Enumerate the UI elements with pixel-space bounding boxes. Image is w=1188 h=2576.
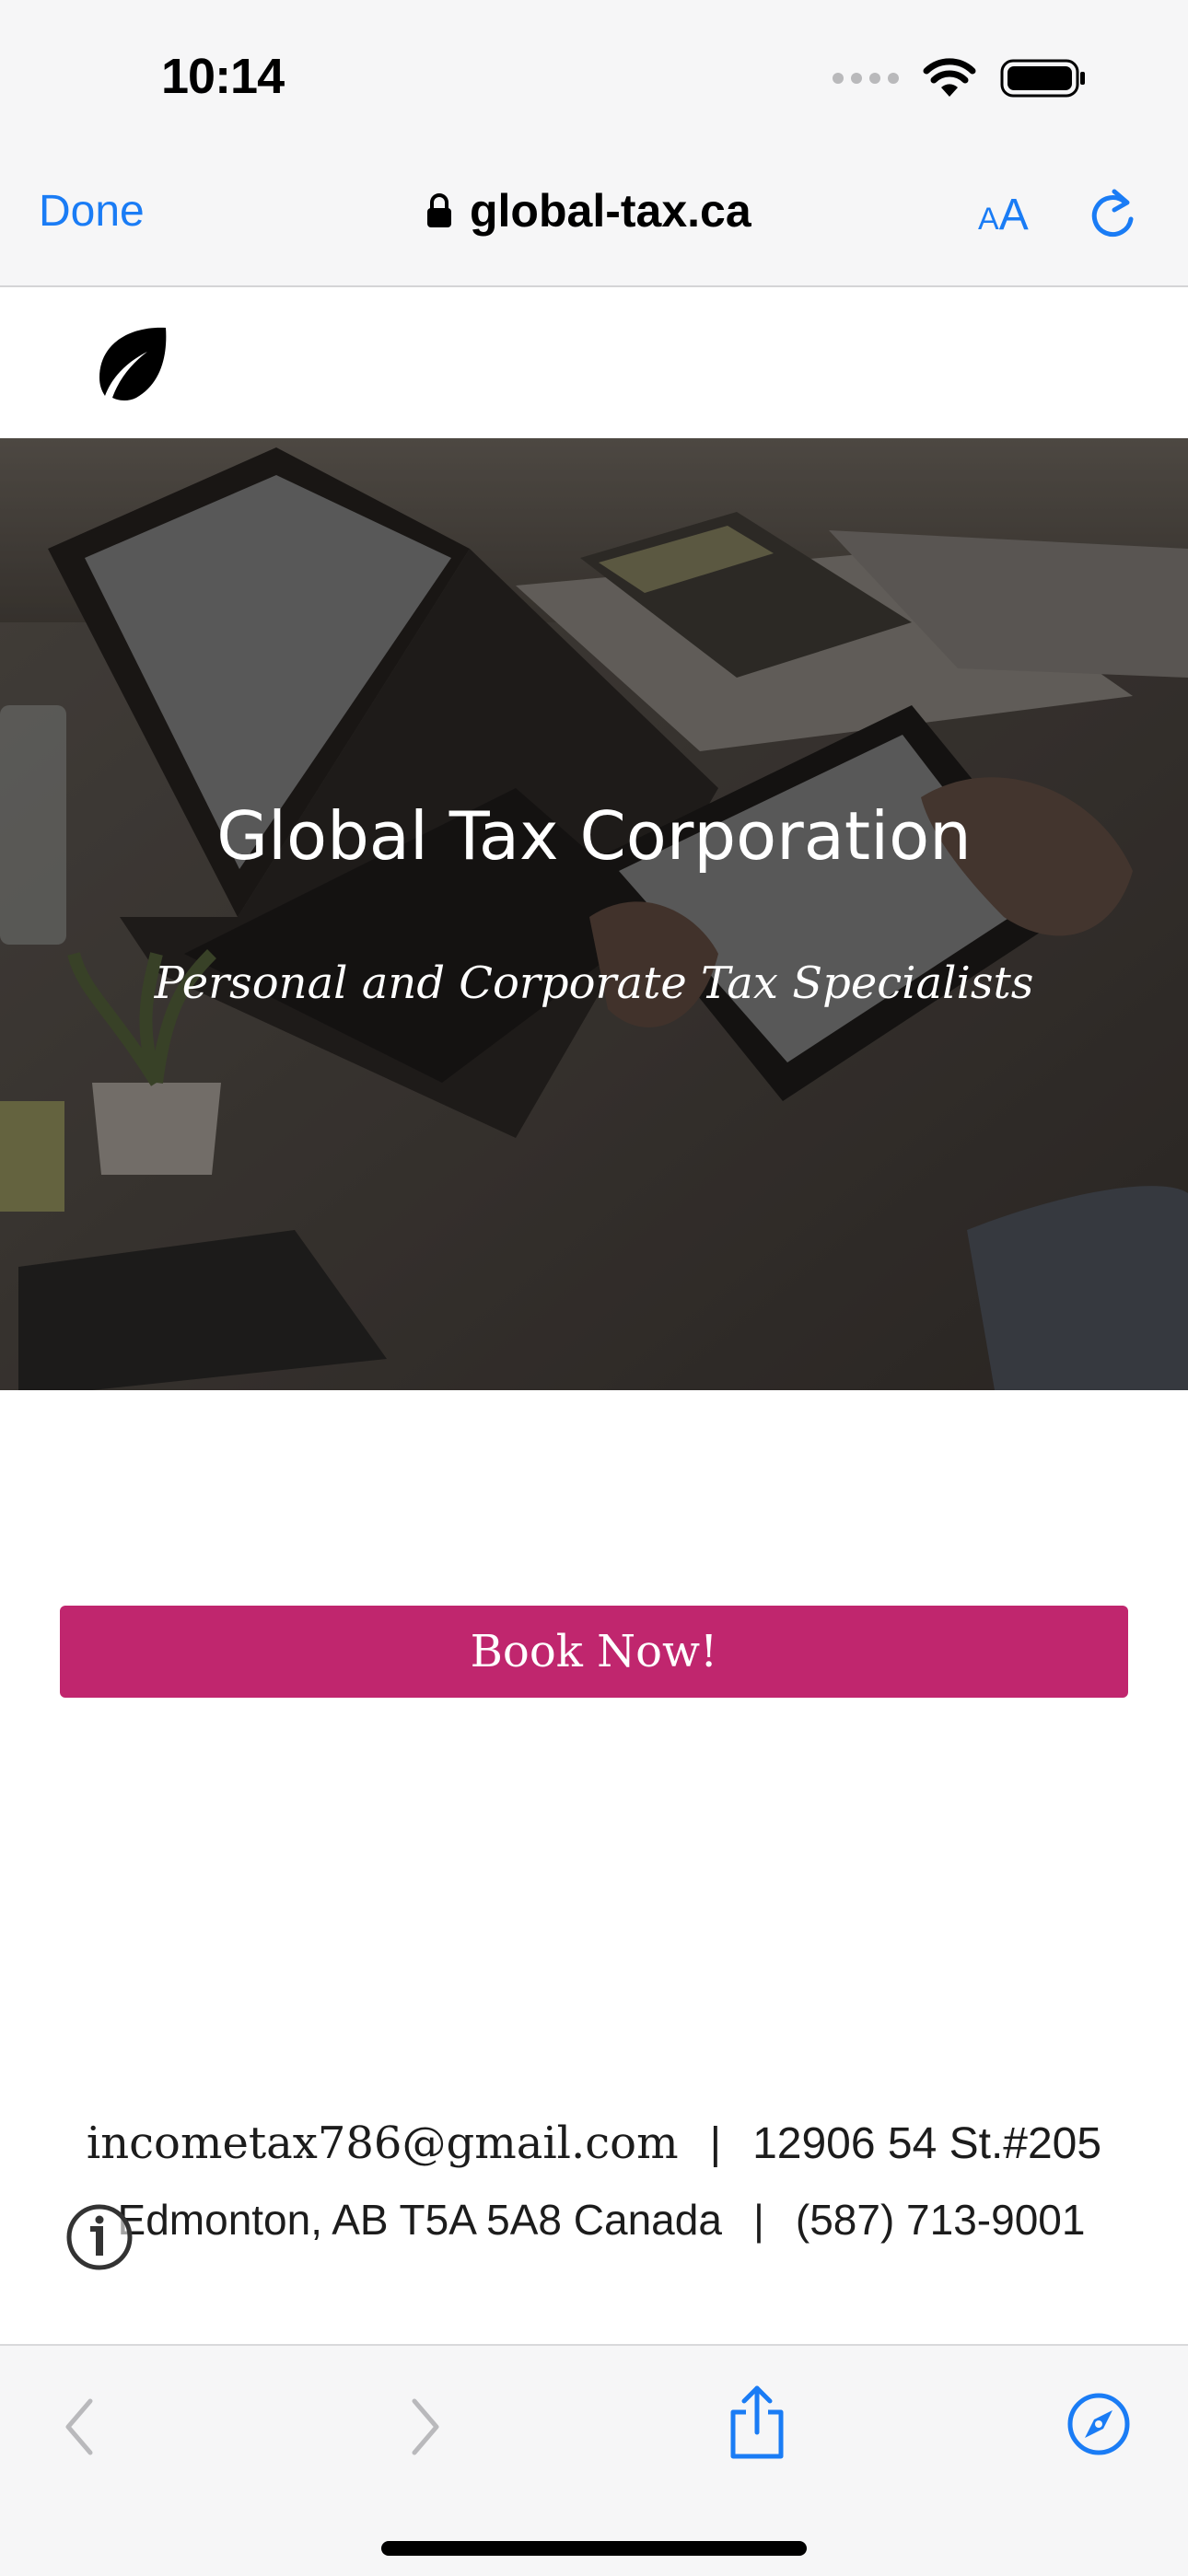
done-button[interactable]: Done xyxy=(39,186,145,237)
share-icon[interactable] xyxy=(728,2385,786,2462)
contact-line-1: incometax786@gmail.com | 12906 54 St.#205 xyxy=(0,2118,1188,2169)
site-header xyxy=(0,287,1188,438)
book-now-button[interactable]: Book Now! xyxy=(60,1606,1128,1698)
hero-title: Global Tax Corporation xyxy=(216,797,972,875)
status-time: 10:14 xyxy=(161,49,285,104)
reload-icon[interactable] xyxy=(1089,188,1138,241)
contact-phone[interactable]: (587) 713-9001 xyxy=(796,2196,1086,2244)
hero-subtitle: Personal and Corporate Tax Specialists xyxy=(154,957,1034,1009)
contact-email[interactable]: incometax786@gmail.com xyxy=(87,2118,679,2169)
battery-icon xyxy=(1000,59,1085,98)
leaf-logo-icon[interactable] xyxy=(92,324,171,403)
address-bar[interactable]: global-tax.ca xyxy=(425,184,751,238)
text-size-small-glyph: A xyxy=(978,202,999,237)
wifi-icon xyxy=(923,58,976,97)
forward-icon[interactable] xyxy=(407,2396,444,2458)
contact-street: 12906 54 St.#205 xyxy=(752,2119,1102,2168)
separator: | xyxy=(752,2196,764,2244)
text-size-big-glyph: A xyxy=(998,191,1029,239)
info-icon[interactable] xyxy=(64,2202,134,2272)
hero-background-image xyxy=(0,438,1188,1390)
back-icon[interactable] xyxy=(61,2396,98,2458)
text-size-button[interactable]: AA xyxy=(978,190,1029,240)
url-text: global-tax.ca xyxy=(470,185,751,237)
cellular-signal-icon xyxy=(833,73,899,84)
browser-top-bar: 10:14 Done global-tax.ca AA xyxy=(0,0,1188,287)
hero-banner xyxy=(0,438,1188,1390)
separator: | xyxy=(709,2119,722,2168)
home-indicator xyxy=(381,2541,807,2556)
status-indicators xyxy=(833,55,1087,101)
contact-line-2: Edmonton, AB T5A 5A8 Canada | (587) 713-90… xyxy=(0,2195,1188,2245)
browser-bottom-toolbar xyxy=(0,2344,1188,2576)
contact-city: Edmonton, AB T5A 5A8 Canada xyxy=(117,2196,722,2244)
compass-bookmarks-icon[interactable] xyxy=(1066,2392,1131,2456)
lock-icon xyxy=(427,193,451,227)
